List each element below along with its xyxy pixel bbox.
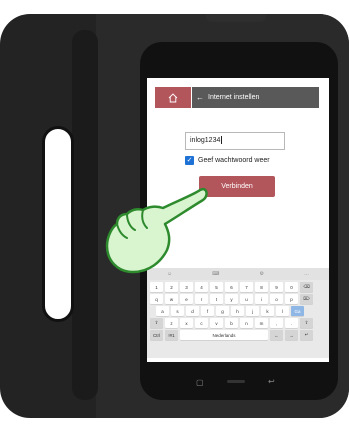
- keyboard-row-4: Ctrl !#1 Nederlands ← → ↵: [150, 330, 313, 340]
- key[interactable]: 9: [270, 282, 283, 292]
- keyboard-row-3: ⇧ z x c v b n m , . ⇧: [150, 318, 313, 328]
- key[interactable]: f: [201, 306, 214, 316]
- key[interactable]: h: [231, 306, 244, 316]
- key[interactable]: x: [180, 318, 193, 328]
- key[interactable]: g: [216, 306, 229, 316]
- key[interactable]: e: [180, 294, 193, 304]
- case-top-bump: [206, 14, 266, 22]
- go-key[interactable]: Ga: [291, 306, 304, 316]
- key[interactable]: 0: [285, 282, 298, 292]
- key[interactable]: d: [186, 306, 199, 316]
- keyboard-row-1: q w e r t y u i o p ⌦: [150, 294, 313, 304]
- key[interactable]: a: [156, 306, 169, 316]
- pointing-hand-icon: [105, 187, 208, 274]
- page-title-bar[interactable]: ← Internet instellen: [192, 87, 319, 108]
- home-icon: [168, 92, 178, 102]
- key[interactable]: t: [210, 294, 223, 304]
- key[interactable]: p: [285, 294, 298, 304]
- key[interactable]: w: [165, 294, 178, 304]
- show-password-checkbox[interactable]: ✓: [185, 156, 194, 165]
- case-handle-hole: [42, 126, 74, 322]
- key[interactable]: b: [225, 318, 238, 328]
- delete-key[interactable]: ⌦: [300, 294, 313, 304]
- key[interactable]: .: [285, 318, 298, 328]
- shift-key-right[interactable]: ⇧: [300, 318, 313, 328]
- key[interactable]: m: [255, 318, 268, 328]
- shift-key[interactable]: ⇧: [150, 318, 163, 328]
- key[interactable]: u: [240, 294, 253, 304]
- more-icon[interactable]: …: [304, 271, 309, 277]
- show-password-label: Geef wachtwoord weer: [198, 157, 270, 164]
- key[interactable]: ,: [270, 318, 283, 328]
- key[interactable]: y: [225, 294, 238, 304]
- key[interactable]: 7: [240, 282, 253, 292]
- key[interactable]: l: [276, 306, 289, 316]
- key[interactable]: 6: [225, 282, 238, 292]
- left-arrow-key[interactable]: ←: [270, 330, 283, 340]
- key[interactable]: z: [165, 318, 178, 328]
- home-hardware-button[interactable]: [227, 380, 245, 383]
- backspace-key[interactable]: ⌫: [300, 282, 313, 292]
- key[interactable]: r: [195, 294, 208, 304]
- text-caret: [221, 136, 223, 145]
- right-arrow-key[interactable]: →: [285, 330, 298, 340]
- key[interactable]: q: [150, 294, 163, 304]
- enter-key[interactable]: ↵: [300, 330, 313, 340]
- back-icon[interactable]: ↩: [268, 377, 275, 386]
- ctrl-key[interactable]: Ctrl: [150, 330, 163, 340]
- recent-apps-icon[interactable]: ▢: [196, 378, 204, 387]
- key[interactable]: k: [261, 306, 274, 316]
- space-key[interactable]: Nederlands: [180, 330, 268, 340]
- key[interactable]: 8: [255, 282, 268, 292]
- case-handle-divider: [72, 30, 98, 400]
- key[interactable]: j: [246, 306, 259, 316]
- keyboard-row-2: a s d f g h j k l Ga: [156, 306, 304, 316]
- key[interactable]: n: [240, 318, 253, 328]
- key[interactable]: s: [171, 306, 184, 316]
- key[interactable]: c: [195, 318, 208, 328]
- page-title: Internet instellen: [208, 94, 260, 101]
- settings-icon[interactable]: ⚙: [259, 271, 263, 277]
- password-value: inlog1234: [190, 137, 221, 144]
- home-button[interactable]: [155, 87, 191, 108]
- key[interactable]: i: [255, 294, 268, 304]
- symbols-key[interactable]: !#1: [165, 330, 178, 340]
- key[interactable]: v: [210, 318, 223, 328]
- back-arrow-icon[interactable]: ←: [196, 93, 204, 102]
- key[interactable]: o: [270, 294, 283, 304]
- password-input[interactable]: inlog1234: [185, 132, 285, 150]
